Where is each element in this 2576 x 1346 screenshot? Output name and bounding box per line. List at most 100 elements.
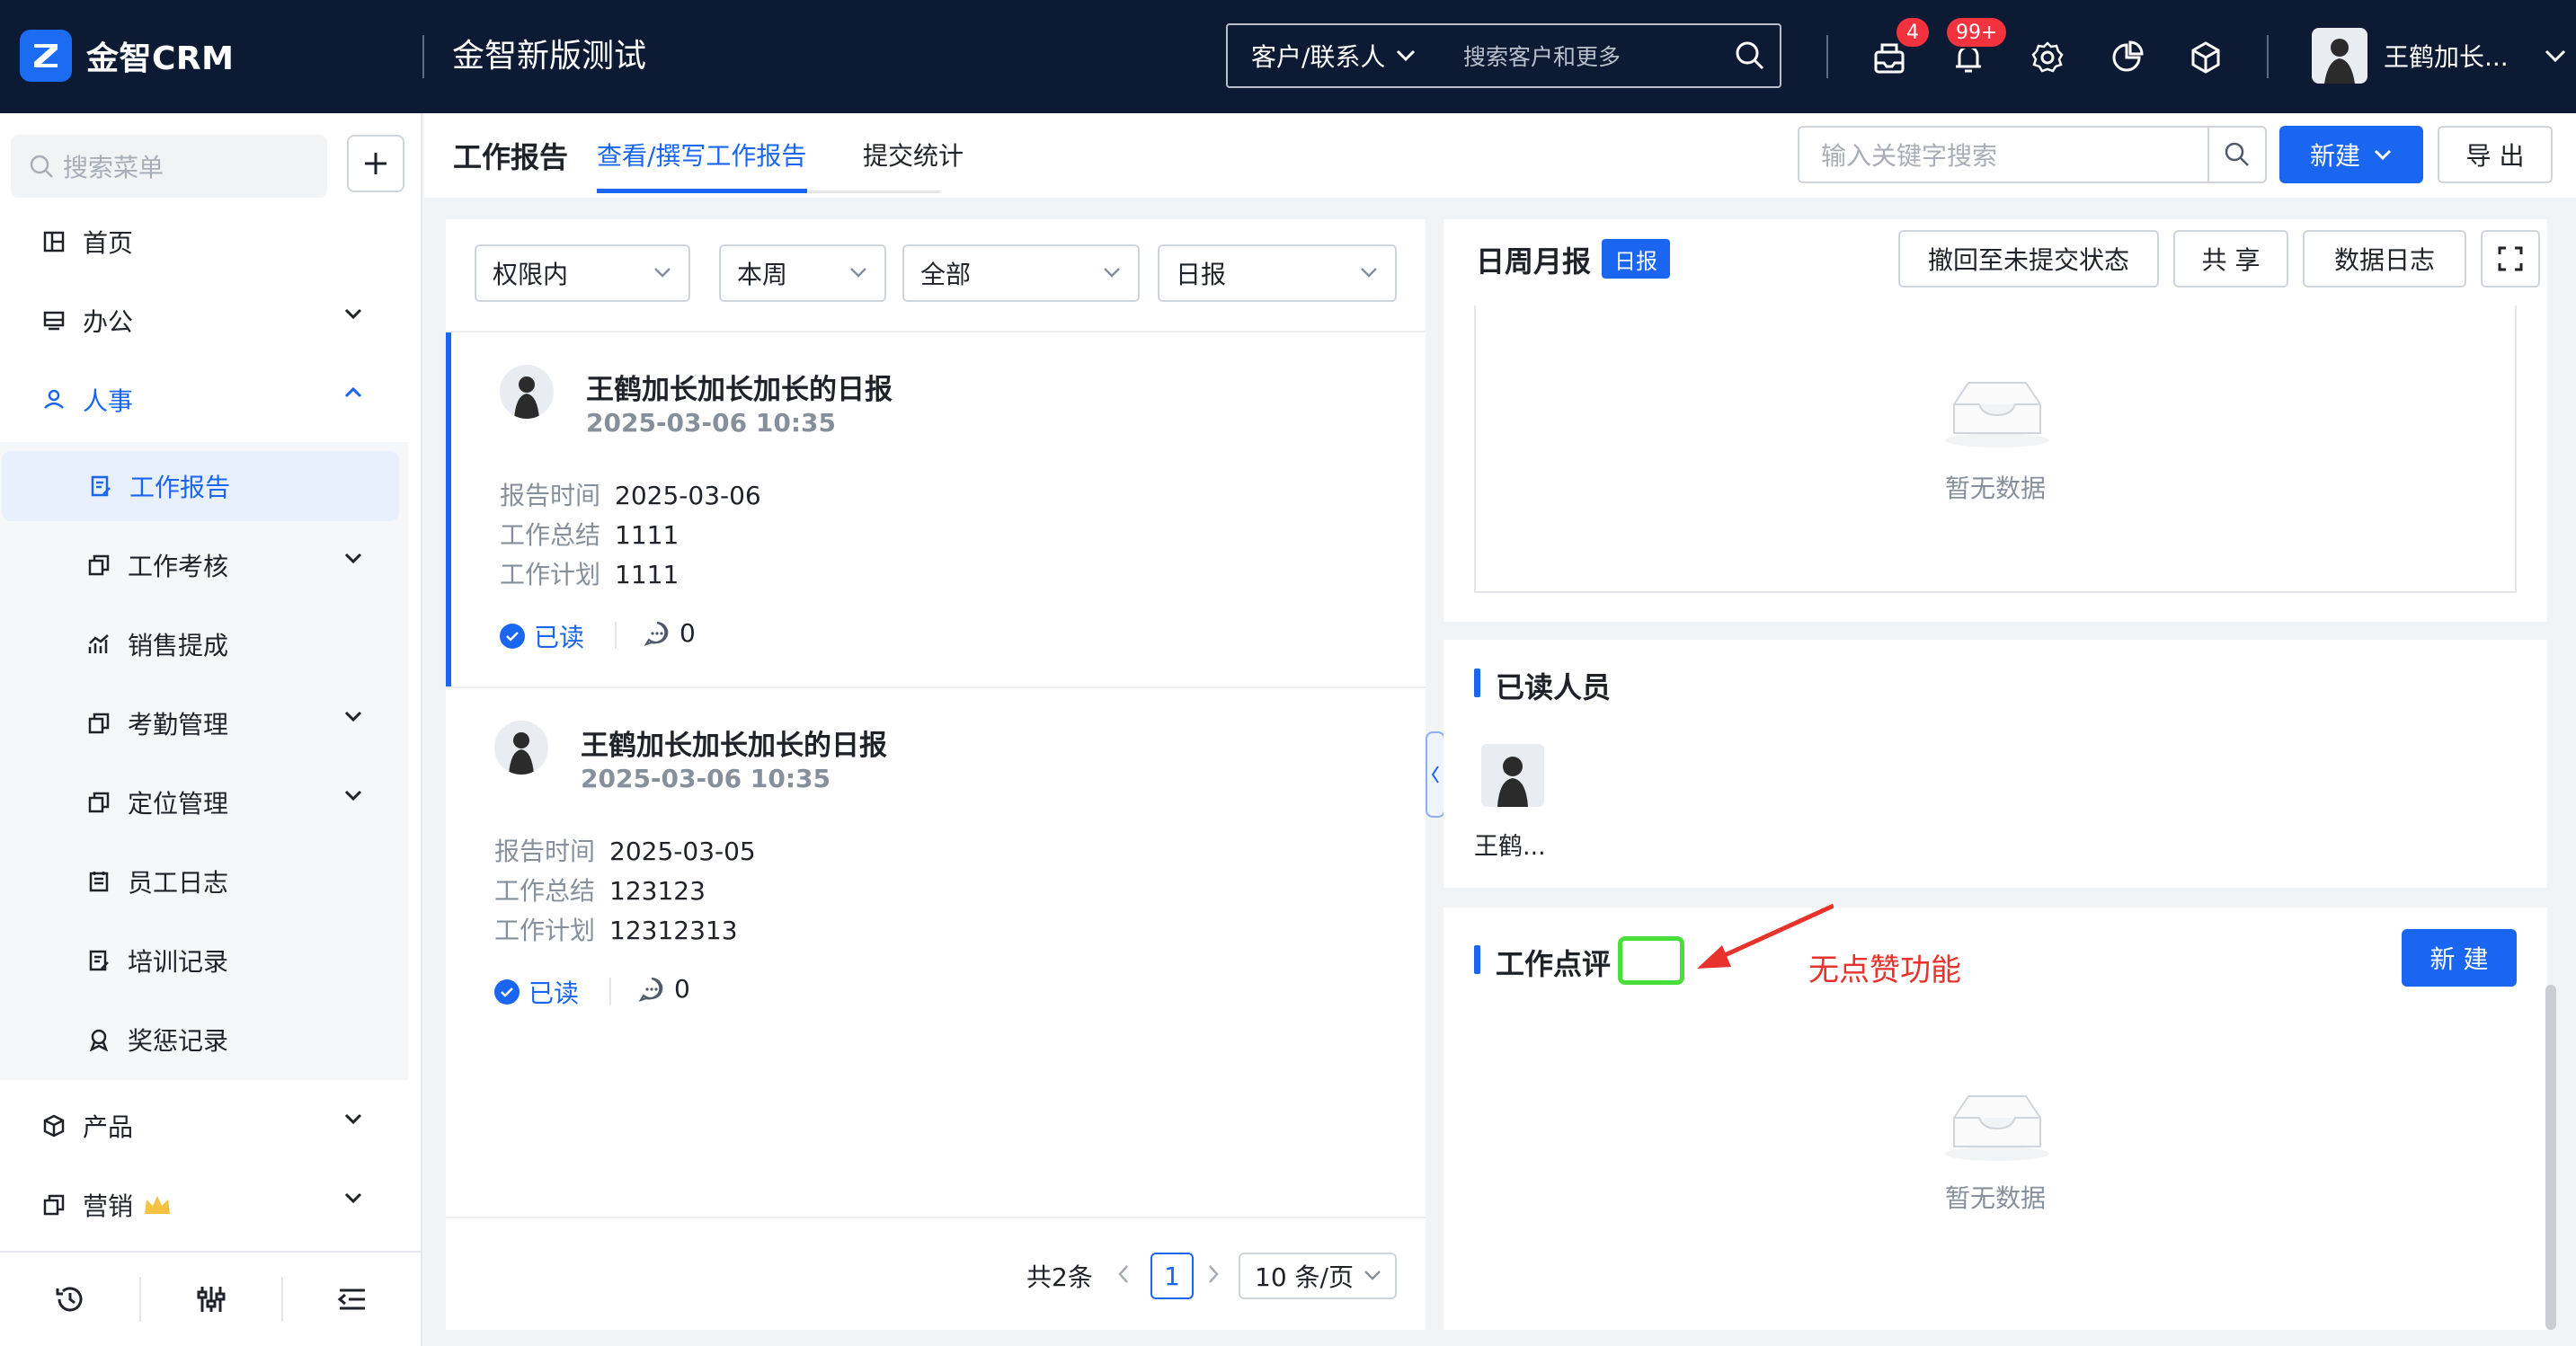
report-field: 报告时间 2025-03-05	[494, 832, 756, 868]
global-search-input[interactable]: 搜索客户和更多	[1463, 40, 1720, 72]
sidebar-item-reward[interactable]: 奖惩记录	[0, 1005, 399, 1075]
new-report-label: 新建	[2309, 141, 2360, 171]
gear-icon[interactable]	[2026, 36, 2069, 79]
history-button[interactable]	[0, 1272, 139, 1326]
message-icon[interactable]: 4	[1868, 16, 1931, 79]
page-size-select[interactable]: 10 条/页	[1239, 1253, 1397, 1299]
sidebar-item-marketing[interactable]: 营销	[0, 1170, 399, 1240]
sidebar-item-location[interactable]: 定位管理	[0, 767, 399, 837]
new-report-button[interactable]: 新建	[2279, 126, 2423, 183]
user-menu[interactable]: 王鹤加长...	[2312, 27, 2566, 84]
fullscreen-button[interactable]	[2481, 230, 2540, 288]
filter-period[interactable]: 本周	[719, 244, 886, 302]
filter-status[interactable]: 全部	[902, 244, 1140, 302]
copy-icon	[84, 551, 113, 580]
sidebar-item-training[interactable]: 培训记录	[0, 925, 399, 996]
sidebar: 搜索菜单 首页 办公 人事 工作报告 工作考核 销售提成 考勤管理 定位管理 员…	[0, 113, 422, 1346]
share-button[interactable]: 共 享	[2173, 230, 2288, 288]
page-size-value: 10 条/页	[1255, 1262, 1354, 1292]
avatar[interactable]	[1481, 744, 1544, 807]
empty-text: 暂无数据	[1945, 1183, 2047, 1213]
collapse-menu-button[interactable]	[283, 1272, 422, 1326]
sidebar-item-label: 员工日志	[128, 868, 229, 898]
bell-icon[interactable]: 99+	[1945, 16, 2009, 79]
sidebar-item-label: 销售提成	[128, 631, 229, 660]
divider	[615, 622, 617, 649]
cube-icon	[40, 1111, 68, 1140]
dashboard-icon	[40, 227, 68, 256]
org-name[interactable]: 金智新版测试	[452, 32, 646, 81]
comment-count[interactable]: 0	[638, 974, 690, 1004]
tab-submit-stats[interactable]: 提交统计	[863, 138, 964, 174]
data-log-button[interactable]: 数据日志	[2303, 230, 2466, 288]
search-icon	[30, 155, 53, 178]
sidebar-item-home[interactable]: 首页	[0, 207, 399, 277]
new-review-button[interactable]: 新 建	[2402, 929, 2517, 987]
sidebar-item-appraisal[interactable]: 工作考核	[0, 530, 399, 600]
page-header: 工作报告 查看/撰写工作报告 提交统计 输入关键字搜索 新建 导 出	[424, 113, 2576, 198]
report-icon	[86, 472, 115, 500]
sidebar-item-office[interactable]: 办公	[0, 286, 399, 356]
history-icon	[56, 1287, 83, 1312]
keyword-search-input[interactable]: 输入关键字搜索	[1799, 137, 2207, 173]
global-search: 客户/联系人 搜索客户和更多	[1226, 23, 1781, 88]
settings-sliders-button[interactable]	[141, 1272, 280, 1326]
report-title: 王鹤加长加长加长的日报	[581, 730, 887, 762]
chevron-down-icon	[344, 711, 362, 722]
medal-icon	[84, 1025, 113, 1054]
chevron-down-icon	[344, 1192, 362, 1204]
add-menu-button[interactable]	[347, 135, 404, 192]
menu-search-input[interactable]: 搜索菜单	[11, 135, 327, 198]
list-item[interactable]: 王鹤加长加长加长的日报 2025-03-06 10:35 报告时间 2025-03…	[446, 332, 1426, 686]
sidebar-item-commission[interactable]: 销售提成	[0, 609, 399, 679]
chevron-down-icon	[344, 790, 362, 801]
next-page-button[interactable]	[1206, 1262, 1221, 1291]
search-icon[interactable]	[2207, 128, 2265, 182]
cube-icon[interactable]	[2184, 36, 2227, 79]
field-label: 工作总结	[500, 520, 601, 550]
copy-icon	[84, 709, 113, 738]
fullscreen-icon	[2498, 246, 2523, 271]
filter-period-value: 本周	[737, 260, 788, 289]
notice-badge: 99+	[1945, 16, 2009, 49]
revoke-button[interactable]: 撤回至未提交状态	[1898, 230, 2159, 288]
filter-type[interactable]: 日报	[1158, 244, 1397, 302]
search-type-select[interactable]: 客户/联系人	[1228, 38, 1463, 74]
review-title: 工作点评	[1496, 947, 1612, 981]
sidebar-item-product[interactable]: 产品	[0, 1091, 399, 1161]
check-icon	[500, 624, 525, 649]
search-icon[interactable]	[1720, 40, 1780, 71]
field-label: 报告时间	[500, 481, 601, 510]
report-field: 工作总结 1111	[500, 516, 679, 552]
sidebar-item-label: 营销	[83, 1191, 134, 1221]
sidebar-item-attendance[interactable]: 考勤管理	[0, 688, 399, 758]
sidebar-item-hr[interactable]: 人事	[0, 365, 399, 435]
reader-name: 王鹤...	[1474, 833, 1546, 861]
comment-count[interactable]: 0	[644, 618, 696, 648]
sidebar-item-staff-log[interactable]: 员工日志	[0, 846, 399, 917]
brand[interactable]: 金智CRM	[20, 28, 234, 84]
annotation-highlight-box	[1618, 936, 1684, 985]
pie-chart-icon[interactable]	[2105, 36, 2148, 79]
chevron-down-icon	[344, 308, 362, 320]
chevron-down-icon	[2545, 49, 2565, 62]
page-number-current[interactable]: 1	[1150, 1253, 1194, 1299]
chevron-left-icon	[1118, 1265, 1128, 1283]
sidebar-item-label: 考勤管理	[128, 710, 229, 739]
field-label: 工作计划	[500, 560, 601, 589]
tab-view-write-report[interactable]: 查看/撰写工作报告	[597, 138, 806, 174]
avatar	[494, 721, 548, 775]
export-button[interactable]: 导 出	[2438, 126, 2553, 183]
collapse-panel-handle[interactable]	[1426, 731, 1445, 818]
prev-page-button[interactable]	[1116, 1262, 1131, 1291]
filter-scope[interactable]: 权限内	[475, 244, 690, 302]
sidebar-item-label: 工作考核	[128, 552, 229, 581]
brand-logo-icon	[20, 30, 72, 82]
office-icon	[40, 306, 68, 335]
scrollbar-thumb[interactable]	[2545, 985, 2556, 1330]
list-item[interactable]: 王鹤加长加长加长的日报 2025-03-06 10:35 报告时间 2025-03…	[446, 688, 1426, 1042]
sidebar-item-work-report[interactable]: 工作报告	[2, 451, 399, 521]
chevron-up-icon	[344, 386, 362, 398]
section-title: 日周月报	[1476, 244, 1592, 279]
report-field: 工作计划 12312313	[494, 911, 738, 947]
